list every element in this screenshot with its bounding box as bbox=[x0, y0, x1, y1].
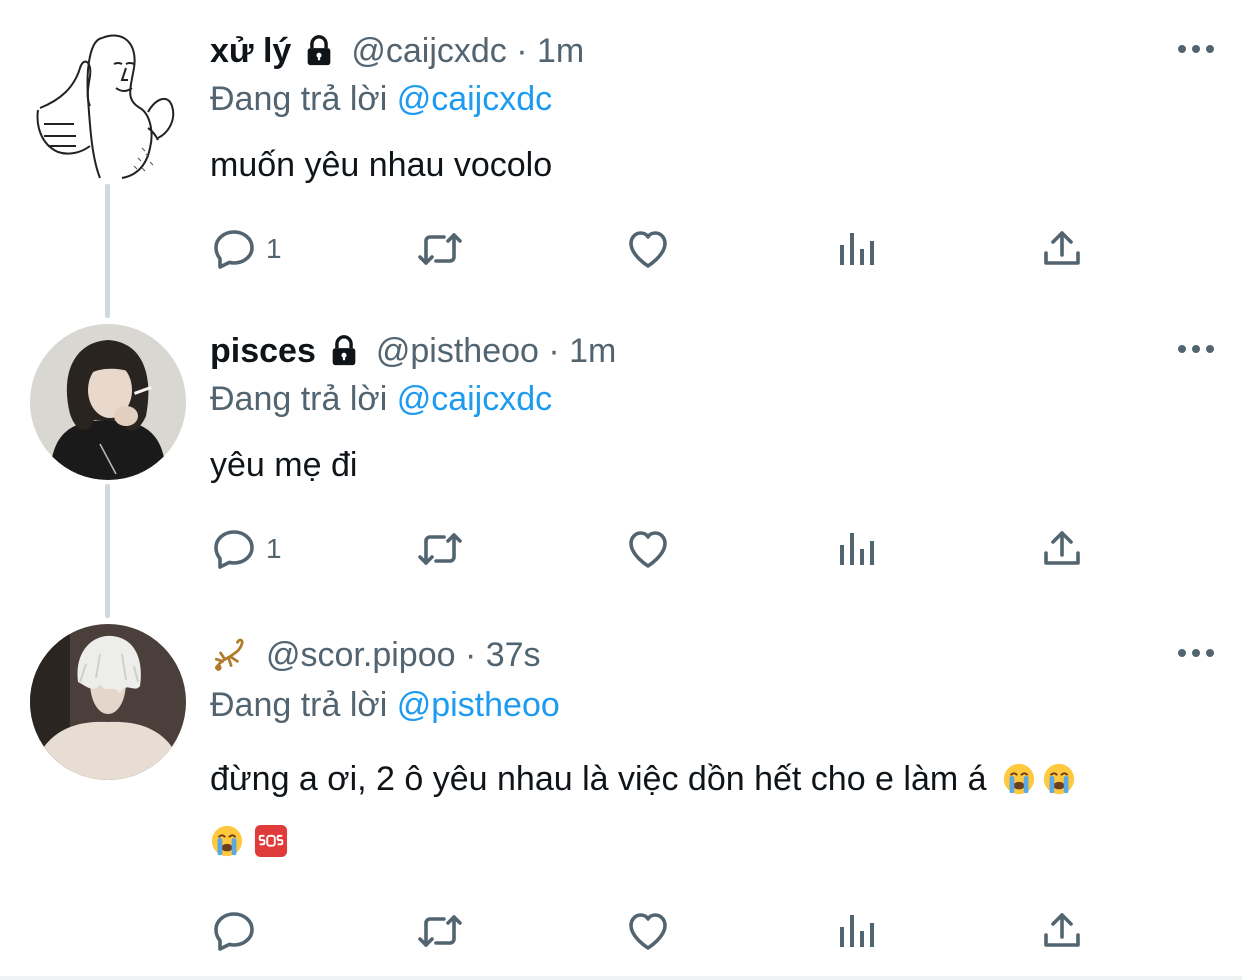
like-button[interactable] bbox=[624, 524, 672, 574]
reply-icon bbox=[214, 230, 254, 269]
lock-icon bbox=[332, 335, 356, 366]
analytics-icon bbox=[840, 533, 874, 565]
replying-prefix: Đang trả lời bbox=[210, 80, 397, 118]
tweet-actions: 1 bbox=[210, 224, 1110, 274]
retweet-icon bbox=[418, 915, 462, 947]
display-name[interactable]: pisces bbox=[210, 332, 316, 371]
views-button[interactable] bbox=[832, 906, 880, 956]
reply-icon bbox=[214, 530, 254, 569]
tweet[interactable]: @scor.pipoo · 37s Đang trả lời @pistheoo… bbox=[0, 624, 1242, 962]
drawn-character-avatar bbox=[36, 34, 175, 179]
reply-button[interactable]: 1 bbox=[210, 524, 282, 574]
tweet-header: pisces @pistheoo · 1m bbox=[210, 328, 616, 374]
retweet-icon bbox=[418, 233, 462, 265]
tweet-text-line: đừng a ơi, 2 ô yêu nhau là việc dồn hết … bbox=[210, 760, 987, 798]
avatar[interactable] bbox=[30, 324, 186, 480]
views-button[interactable] bbox=[832, 224, 880, 274]
avatar[interactable] bbox=[30, 28, 186, 184]
loudly-crying-face-emoji bbox=[211, 825, 243, 857]
photo-avatar-smoking bbox=[30, 324, 186, 480]
lock-icon bbox=[308, 35, 331, 66]
share-button[interactable] bbox=[1038, 906, 1086, 956]
avatar[interactable] bbox=[30, 624, 186, 780]
loudly-crying-face-emoji bbox=[1043, 763, 1075, 795]
analytics-icon bbox=[840, 915, 874, 947]
tweet-text: đừng a ơi, 2 ô yêu nhau là việc dồn hết … bbox=[210, 748, 1210, 872]
display-name[interactable]: xử lý bbox=[210, 32, 291, 71]
share-icon bbox=[1044, 913, 1080, 947]
tweet-header: xử lý @caijcxdc · 1m bbox=[210, 28, 584, 74]
more-icon[interactable] bbox=[1176, 638, 1216, 668]
replying-prefix: Đang trả lời bbox=[210, 686, 397, 724]
sos-button-emoji bbox=[254, 824, 288, 858]
like-button[interactable] bbox=[624, 224, 672, 274]
tweet-actions: 1 bbox=[210, 524, 1110, 574]
share-icon bbox=[1044, 231, 1080, 265]
tweet-text: muốn yêu nhau vocolo bbox=[210, 146, 553, 184]
retweet-button[interactable] bbox=[416, 906, 464, 956]
reply-count: 1 bbox=[266, 233, 282, 264]
retweet-button[interactable] bbox=[416, 224, 464, 274]
tweet-text: yêu mẹ đi bbox=[210, 446, 358, 484]
replying-to: Đang trả lời @caijcxdc bbox=[210, 380, 552, 419]
handle-and-time[interactable]: @caijcxdc · 1m bbox=[351, 32, 584, 71]
views-button[interactable] bbox=[832, 524, 880, 574]
like-button[interactable] bbox=[624, 906, 672, 956]
more-icon[interactable] bbox=[1176, 334, 1216, 364]
scorpion-emoji bbox=[214, 638, 244, 671]
reply-count: 1 bbox=[266, 533, 282, 564]
retweet-button[interactable] bbox=[416, 524, 464, 574]
heart-icon bbox=[629, 231, 667, 268]
reply-button[interactable] bbox=[210, 906, 258, 956]
reply-icon bbox=[214, 912, 254, 951]
more-icon[interactable] bbox=[1176, 34, 1216, 64]
mention-link[interactable]: @pistheoo bbox=[397, 686, 560, 724]
loudly-crying-face-emoji bbox=[1003, 763, 1035, 795]
divider bbox=[0, 976, 1242, 980]
replying-prefix: Đang trả lời bbox=[210, 380, 397, 418]
share-icon bbox=[1044, 531, 1080, 565]
tweet[interactable]: pisces @pistheoo · 1m Đang trả lời @caij… bbox=[0, 324, 1242, 598]
photo-avatar-white-hair bbox=[30, 624, 186, 780]
replying-to: Đang trả lời @caijcxdc bbox=[210, 80, 552, 119]
mention-link[interactable]: @caijcxdc bbox=[397, 80, 552, 118]
share-button[interactable] bbox=[1038, 524, 1086, 574]
heart-icon bbox=[629, 913, 667, 950]
tweet-header: @scor.pipoo · 37s bbox=[210, 632, 541, 678]
handle-and-time[interactable]: @scor.pipoo · 37s bbox=[266, 636, 541, 675]
replying-to: Đang trả lời @pistheoo bbox=[210, 686, 560, 725]
retweet-icon bbox=[418, 533, 462, 565]
reply-button[interactable]: 1 bbox=[210, 224, 282, 274]
tweet[interactable]: xử lý @caijcxdc · 1m Đang trả lời @caijc… bbox=[0, 28, 1242, 298]
analytics-icon bbox=[840, 233, 874, 265]
heart-icon bbox=[629, 531, 667, 568]
tweet-actions bbox=[210, 906, 1110, 956]
share-button[interactable] bbox=[1038, 224, 1086, 274]
mention-link[interactable]: @caijcxdc bbox=[397, 380, 552, 418]
handle-and-time[interactable]: @pistheoo · 1m bbox=[376, 332, 617, 371]
